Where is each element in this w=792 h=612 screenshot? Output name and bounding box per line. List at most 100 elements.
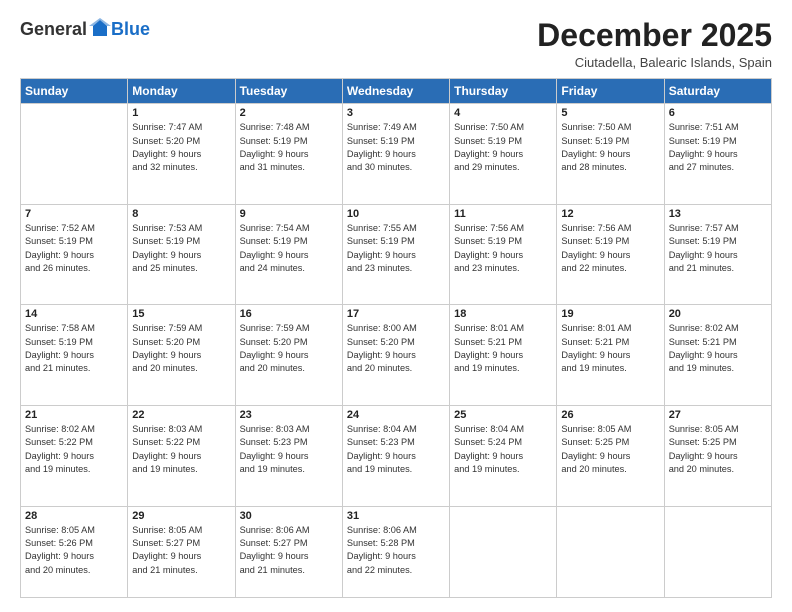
weekday-header-cell: Tuesday (235, 79, 342, 104)
day-number: 13 (669, 208, 767, 220)
day-number: 29 (132, 510, 230, 522)
calendar-cell: 28 Sunrise: 8:05 AM Sunset: 5:26 PM Dayli… (21, 506, 128, 597)
day-info: Sunrise: 7:55 AM Sunset: 5:19 PM Dayligh… (347, 222, 445, 275)
day-info: Sunrise: 8:05 AM Sunset: 5:27 PM Dayligh… (132, 524, 230, 577)
day-info: Sunrise: 7:59 AM Sunset: 5:20 PM Dayligh… (240, 322, 338, 375)
day-info: Sunrise: 7:47 AM Sunset: 5:20 PM Dayligh… (132, 121, 230, 174)
day-info: Sunrise: 8:03 AM Sunset: 5:22 PM Dayligh… (132, 423, 230, 476)
calendar-cell: 5Sunrise: 7:50 AM Sunset: 5:19 PM Daylig… (557, 104, 664, 205)
calendar-cell: 17 Sunrise: 8:00 AM Sunset: 5:20 PM Dayli… (342, 305, 449, 406)
page: General Blue December 2025 Ciutadella, B… (0, 0, 792, 612)
day-number: 27 (669, 409, 767, 421)
day-info: Sunrise: 7:51 AM Sunset: 5:19 PM Dayligh… (669, 121, 767, 174)
day-number: 17 (347, 308, 445, 320)
day-number: 21 (25, 409, 123, 421)
day-number: 26 (561, 409, 659, 421)
day-number: 20 (669, 308, 767, 320)
calendar-week-row: 7Sunrise: 7:52 AM Sunset: 5:19 PM Daylig… (21, 204, 772, 305)
day-number: 11 (454, 208, 552, 220)
day-info: Sunrise: 7:56 AM Sunset: 5:19 PM Dayligh… (561, 222, 659, 275)
calendar-cell: 23Sunrise: 8:03 AM Sunset: 5:23 PM Dayli… (235, 406, 342, 507)
weekday-header-row: SundayMondayTuesdayWednesdayThursdayFrid… (21, 79, 772, 104)
day-info: Sunrise: 8:01 AM Sunset: 5:21 PM Dayligh… (454, 322, 552, 375)
calendar-cell: 3Sunrise: 7:49 AM Sunset: 5:19 PM Daylig… (342, 104, 449, 205)
day-number: 10 (347, 208, 445, 220)
day-info: Sunrise: 7:56 AM Sunset: 5:19 PM Dayligh… (454, 222, 552, 275)
logo-icon (89, 18, 111, 40)
header: General Blue December 2025 Ciutadella, B… (20, 18, 772, 70)
day-number: 25 (454, 409, 552, 421)
day-number: 9 (240, 208, 338, 220)
day-number: 14 (25, 308, 123, 320)
calendar-cell: 26 Sunrise: 8:05 AM Sunset: 5:25 PM Dayli… (557, 406, 664, 507)
day-number: 28 (25, 510, 123, 522)
location: Ciutadella, Balearic Islands, Spain (537, 55, 772, 70)
day-number: 12 (561, 208, 659, 220)
weekday-header-cell: Sunday (21, 79, 128, 104)
logo-blue: Blue (111, 19, 150, 40)
calendar-week-row: 28 Sunrise: 8:05 AM Sunset: 5:26 PM Dayli… (21, 506, 772, 597)
logo-text: General Blue (20, 18, 150, 40)
weekday-header-cell: Monday (128, 79, 235, 104)
calendar-cell (557, 506, 664, 597)
calendar-cell (450, 506, 557, 597)
day-number: 23 (240, 409, 338, 421)
calendar-cell: 6 Sunrise: 7:51 AM Sunset: 5:19 PM Daylig… (664, 104, 771, 205)
day-number: 30 (240, 510, 338, 522)
logo-general: General (20, 19, 87, 40)
calendar-cell: 31 Sunrise: 8:06 AM Sunset: 5:28 PM Dayli… (342, 506, 449, 597)
calendar-cell: 13 Sunrise: 7:57 AM Sunset: 5:19 PM Dayli… (664, 204, 771, 305)
day-info: Sunrise: 8:05 AM Sunset: 5:25 PM Dayligh… (561, 423, 659, 476)
day-info: Sunrise: 8:05 AM Sunset: 5:26 PM Dayligh… (25, 524, 123, 577)
calendar-cell: 25 Sunrise: 8:04 AM Sunset: 5:24 PM Dayli… (450, 406, 557, 507)
calendar-cell: 1 Sunrise: 7:47 AM Sunset: 5:20 PM Daylig… (128, 104, 235, 205)
day-info: Sunrise: 7:52 AM Sunset: 5:19 PM Dayligh… (25, 222, 123, 275)
calendar-cell: 21Sunrise: 8:02 AM Sunset: 5:22 PM Dayli… (21, 406, 128, 507)
day-number: 31 (347, 510, 445, 522)
calendar-cell: 7Sunrise: 7:52 AM Sunset: 5:19 PM Daylig… (21, 204, 128, 305)
calendar-cell: 15 Sunrise: 7:59 AM Sunset: 5:20 PM Dayli… (128, 305, 235, 406)
day-number: 18 (454, 308, 552, 320)
weekday-header-cell: Friday (557, 79, 664, 104)
day-info: Sunrise: 8:00 AM Sunset: 5:20 PM Dayligh… (347, 322, 445, 375)
day-info: Sunrise: 8:04 AM Sunset: 5:23 PM Dayligh… (347, 423, 445, 476)
day-number: 24 (347, 409, 445, 421)
day-info: Sunrise: 7:48 AM Sunset: 5:19 PM Dayligh… (240, 121, 338, 174)
calendar-cell: 11 Sunrise: 7:56 AM Sunset: 5:19 PM Dayli… (450, 204, 557, 305)
day-number: 6 (669, 107, 767, 119)
day-info: Sunrise: 8:04 AM Sunset: 5:24 PM Dayligh… (454, 423, 552, 476)
weekday-header-cell: Thursday (450, 79, 557, 104)
day-info: Sunrise: 8:06 AM Sunset: 5:28 PM Dayligh… (347, 524, 445, 577)
calendar-cell: 29 Sunrise: 8:05 AM Sunset: 5:27 PM Dayli… (128, 506, 235, 597)
day-number: 8 (132, 208, 230, 220)
day-info: Sunrise: 7:58 AM Sunset: 5:19 PM Dayligh… (25, 322, 123, 375)
weekday-header-cell: Wednesday (342, 79, 449, 104)
calendar-cell (664, 506, 771, 597)
calendar-week-row: 21Sunrise: 8:02 AM Sunset: 5:22 PM Dayli… (21, 406, 772, 507)
calendar-week-row: 14 Sunrise: 7:58 AM Sunset: 5:19 PM Dayli… (21, 305, 772, 406)
calendar-cell: 9 Sunrise: 7:54 AM Sunset: 5:19 PM Daylig… (235, 204, 342, 305)
calendar-cell: 24 Sunrise: 8:04 AM Sunset: 5:23 PM Dayli… (342, 406, 449, 507)
calendar-body: 1 Sunrise: 7:47 AM Sunset: 5:20 PM Daylig… (21, 104, 772, 598)
title-block: December 2025 Ciutadella, Balearic Islan… (537, 18, 772, 70)
day-info: Sunrise: 7:59 AM Sunset: 5:20 PM Dayligh… (132, 322, 230, 375)
day-info: Sunrise: 7:53 AM Sunset: 5:19 PM Dayligh… (132, 222, 230, 275)
weekday-header-cell: Saturday (664, 79, 771, 104)
day-number: 19 (561, 308, 659, 320)
day-number: 16 (240, 308, 338, 320)
calendar-cell: 22 Sunrise: 8:03 AM Sunset: 5:22 PM Dayli… (128, 406, 235, 507)
day-info: Sunrise: 7:50 AM Sunset: 5:19 PM Dayligh… (454, 121, 552, 174)
calendar-cell: 8 Sunrise: 7:53 AM Sunset: 5:19 PM Daylig… (128, 204, 235, 305)
month-year: December 2025 (537, 18, 772, 53)
day-number: 1 (132, 107, 230, 119)
day-info: Sunrise: 7:54 AM Sunset: 5:19 PM Dayligh… (240, 222, 338, 275)
calendar-cell: 12 Sunrise: 7:56 AM Sunset: 5:19 PM Dayli… (557, 204, 664, 305)
calendar-cell: 30 Sunrise: 8:06 AM Sunset: 5:27 PM Dayli… (235, 506, 342, 597)
day-number: 22 (132, 409, 230, 421)
day-info: Sunrise: 8:06 AM Sunset: 5:27 PM Dayligh… (240, 524, 338, 577)
day-info: Sunrise: 7:57 AM Sunset: 5:19 PM Dayligh… (669, 222, 767, 275)
day-number: 15 (132, 308, 230, 320)
day-number: 4 (454, 107, 552, 119)
day-info: Sunrise: 7:49 AM Sunset: 5:19 PM Dayligh… (347, 121, 445, 174)
calendar-cell: 27Sunrise: 8:05 AM Sunset: 5:25 PM Dayli… (664, 406, 771, 507)
